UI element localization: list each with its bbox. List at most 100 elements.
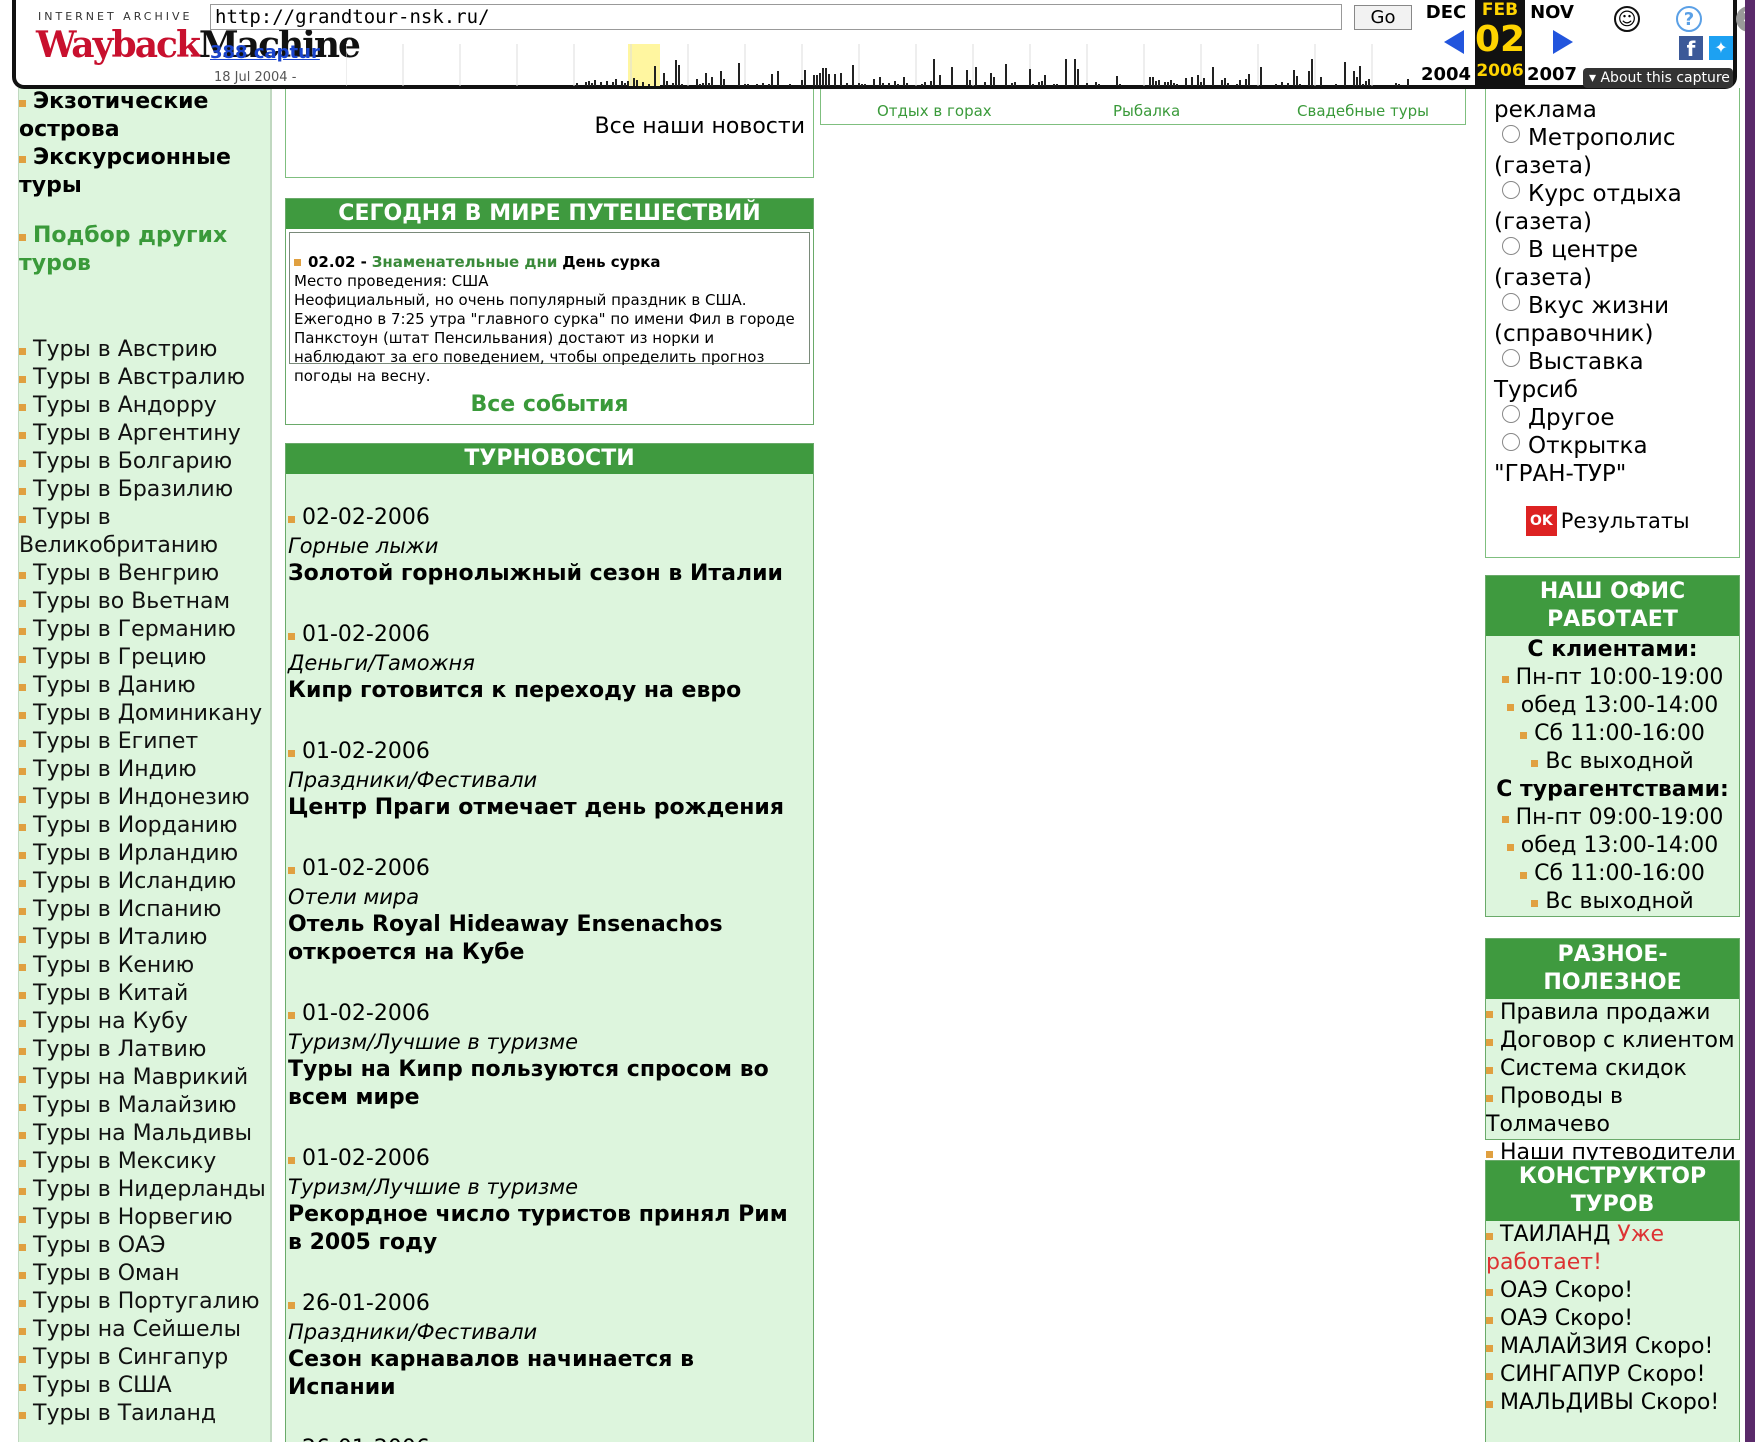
tour-link[interactable]: Туры в Данию [19, 672, 270, 700]
category-excursion-tours[interactable]: Экскурсионные туры [19, 144, 270, 200]
tour-link[interactable]: Туры в Малайзию [19, 1092, 270, 1120]
next-month[interactable]: NOV [1522, 2, 1582, 23]
radio-button[interactable] [1502, 405, 1520, 423]
tour-link[interactable]: Туры в США [19, 1372, 270, 1400]
tour-link[interactable]: Туры в Испанию [19, 896, 270, 924]
news-title-link[interactable]: Туры на Кипр пользуются спросом во всем … [288, 1056, 809, 1112]
ok-button[interactable]: OK [1526, 506, 1557, 536]
results-link[interactable]: Результаты [1561, 509, 1690, 533]
radio-button[interactable] [1502, 237, 1520, 255]
radio-button[interactable] [1502, 433, 1520, 451]
news-title-link[interactable]: Центр Праги отмечает день рождения [288, 794, 809, 822]
next-year[interactable]: 2007 [1522, 64, 1582, 85]
gallery-link-fishing[interactable]: Рыбалка [1113, 102, 1180, 120]
next-arrow-icon[interactable] [1553, 30, 1573, 54]
tour-link[interactable]: Туры в Португалию [19, 1288, 270, 1316]
constructor-item[interactable]: МАЛЬДИВЫ Скоро! [1486, 1389, 1739, 1417]
capture-bar [1029, 69, 1031, 86]
news-item: 01-02-2006 Туризм/Лучшие в туризме Рекордн… [288, 1145, 809, 1257]
poll-option[interactable]: Метрополис (газета) [1494, 124, 1733, 180]
about-capture-dropdown[interactable]: ▾ About this capture [1583, 68, 1733, 88]
news-title-link[interactable]: Рекордное число туристов принял Рим в 20… [288, 1201, 809, 1257]
capture-bar [1044, 75, 1046, 86]
prev-arrow-icon[interactable] [1444, 30, 1464, 54]
all-events-link[interactable]: Все события [286, 392, 813, 417]
misc-link[interactable]: Система скидок [1486, 1055, 1739, 1083]
radio-button[interactable] [1502, 125, 1520, 143]
tour-link[interactable]: Туры в Индию [19, 756, 270, 784]
tour-link[interactable]: Туры в Индонезию [19, 784, 270, 812]
tour-link[interactable]: Туры в Мексику [19, 1148, 270, 1176]
tour-link[interactable]: Туры в Доминикану [19, 700, 270, 728]
tour-link[interactable]: Туры в Андорру [19, 392, 270, 420]
tour-link[interactable]: Туры в Ирландию [19, 840, 270, 868]
gallery-link-wedding[interactable]: Свадебные туры [1297, 102, 1429, 120]
tour-link[interactable]: Туры в Нидерланды [19, 1176, 270, 1204]
all-news-link[interactable]: Все наши новости [595, 114, 805, 139]
other-tours-link[interactable]: Подбор других туров [19, 222, 270, 278]
tour-link[interactable]: Туры в Египет [19, 728, 270, 756]
tour-link[interactable]: Туры на Мальдивы [19, 1120, 270, 1148]
tour-link[interactable]: Туры в Италию [19, 924, 270, 952]
misc-link[interactable]: Проводы в Толмачево [1486, 1083, 1739, 1139]
go-button[interactable]: Go [1354, 5, 1412, 30]
gallery-link-mountains[interactable]: Отдых в горах [877, 102, 992, 120]
event-type-link[interactable]: Знаменательные дни [372, 253, 558, 271]
constructor-item[interactable]: ОАЭ Скоро! [1486, 1277, 1739, 1305]
help-icon[interactable]: ? [1676, 6, 1702, 32]
misc-link[interactable]: Правила продажи [1486, 999, 1739, 1027]
tour-link[interactable]: Туры в Аргентину [19, 420, 270, 448]
tour-link[interactable]: Туры в Иорданию [19, 812, 270, 840]
radio-button[interactable] [1502, 349, 1520, 367]
url-input[interactable]: http://grandtour-nsk.ru/ [210, 4, 1342, 30]
news-title-link[interactable]: Отель Royal Hideaway Ensenachos откроетс… [288, 911, 809, 967]
tour-link[interactable]: Туры во Вьетнам [19, 588, 270, 616]
tour-link[interactable]: Туры в Оман [19, 1260, 270, 1288]
facebook-icon[interactable]: f [1679, 36, 1703, 61]
poll-option[interactable]: В центре (газета) [1494, 236, 1733, 292]
news-date: 01-02-2006 [288, 1000, 809, 1028]
tour-link[interactable]: Туры на Сейшелы [19, 1316, 270, 1344]
tour-link[interactable]: Туры на Маврикий [19, 1064, 270, 1092]
tour-link[interactable]: Туры в Австрию [19, 336, 270, 364]
misc-link[interactable]: Договор с клиентом [1486, 1027, 1739, 1055]
news-title-link[interactable]: Кипр готовится к переходу на евро [288, 677, 809, 705]
tour-link[interactable]: Туры в Венгрию [19, 560, 270, 588]
poll-option[interactable]: Выставка Турсиб [1494, 348, 1733, 404]
tour-link[interactable]: Туры в Германию [19, 616, 270, 644]
twitter-icon[interactable]: ✦ [1709, 36, 1733, 60]
tour-link[interactable]: Туры в Бразилию [19, 476, 270, 504]
user-icon[interactable]: ☺ [1614, 6, 1640, 32]
poll-option[interactable]: Курс отдыха (газета) [1494, 180, 1733, 236]
poll-option[interactable]: Другое [1494, 404, 1733, 432]
tour-link[interactable]: Туры в ОАЭ [19, 1232, 270, 1260]
tour-link[interactable]: Туры в Великобританию [19, 504, 270, 560]
capture-histogram[interactable] [346, 30, 1412, 86]
poll-option[interactable]: Вкус жизни (справочник) [1494, 292, 1733, 348]
tour-link[interactable]: Туры в Болгарию [19, 448, 270, 476]
prev-year[interactable]: 2004 [1416, 64, 1476, 85]
constructor-item[interactable]: ОАЭ Скоро! [1486, 1305, 1739, 1333]
poll-option[interactable]: Открытка "ГРАН-ТУР" [1494, 432, 1733, 488]
constructor-item[interactable]: ТАИЛАНД Уже работает! [1486, 1221, 1739, 1277]
constructor-item[interactable]: СИНГАПУР Скоро! [1486, 1361, 1739, 1389]
news-title-link[interactable]: Сезон карнавалов начинается в Испании [288, 1346, 809, 1402]
tour-link[interactable]: Туры в Сингапур [19, 1344, 270, 1372]
tour-link[interactable]: Туры в Грецию [19, 644, 270, 672]
category-exotic-islands[interactable]: Экзотические острова [19, 88, 270, 144]
tour-link[interactable]: Туры в Кению [19, 952, 270, 980]
constructor-item[interactable]: МАЛАЙЗИЯ Скоро! [1486, 1333, 1739, 1361]
captures-link[interactable]: 388 captur [210, 42, 320, 63]
tour-link[interactable]: Туры на Кубу [19, 1008, 270, 1036]
radio-button[interactable] [1502, 293, 1520, 311]
tour-link[interactable]: Туры в Таиланд [19, 1400, 270, 1428]
tour-link[interactable]: Туры в Латвию [19, 1036, 270, 1064]
tour-link[interactable]: Туры в Китай [19, 980, 270, 1008]
radio-button[interactable] [1502, 181, 1520, 199]
hours-line: Вс выходной [1486, 748, 1739, 776]
news-title-link[interactable]: Золотой горнолыжный сезон в Италии [288, 560, 809, 588]
tour-link[interactable]: Туры в Исландию [19, 868, 270, 896]
tour-link[interactable]: Туры в Норвегию [19, 1204, 270, 1232]
tour-link[interactable]: Туры в Австралию [19, 364, 270, 392]
prev-month[interactable]: DEC [1416, 2, 1476, 23]
